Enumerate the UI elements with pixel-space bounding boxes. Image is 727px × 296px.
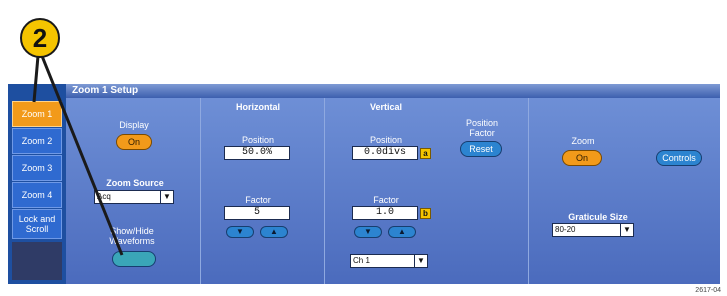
zoom-source-value: Acq (97, 192, 111, 201)
display-label: Display (119, 120, 149, 130)
callout-a-badge: a (420, 148, 431, 159)
show-hide-waveforms-label: Show/Hide Waveforms (109, 226, 155, 246)
figure-number: 2617-04 (695, 287, 721, 294)
divider (528, 98, 529, 284)
horizontal-position-field[interactable]: 50.0% (224, 146, 290, 160)
callout-b-badge: b (420, 208, 431, 219)
horizontal-factor-down-button[interactable]: ▼ (226, 226, 254, 238)
graticule-size-value: 80-20 (555, 225, 576, 234)
horizontal-factor-label: Factor (245, 195, 271, 205)
graticule-size-dropdown[interactable]: 80-20 ▼ (552, 223, 634, 237)
vertical-factor-up-button[interactable]: ▲ (388, 226, 416, 238)
zoom-label: Zoom (571, 136, 595, 146)
tab-zoom-3[interactable]: Zoom 3 (12, 155, 62, 181)
panel-body: Display On Zoom Source Acq ▼ Show/Hide W… (66, 98, 720, 284)
horizontal-heading: Horizontal (236, 102, 280, 112)
vertical-factor-label: Factor (373, 195, 399, 205)
vertical-channel-dropdown[interactable]: Ch 1 ▼ (350, 254, 428, 268)
tab-lock-and-scroll[interactable]: Lock and Scroll (12, 209, 62, 239)
divider (200, 98, 201, 284)
vertical-position-field[interactable]: 0.0divs (352, 146, 418, 160)
controls-button[interactable]: Controls (656, 150, 702, 166)
horizontal-factor-up-button[interactable]: ▲ (260, 226, 288, 238)
position-factor-reset-button[interactable]: Reset (460, 141, 502, 157)
vertical-heading: Vertical (369, 102, 403, 112)
vertical-factor-down-button[interactable]: ▼ (354, 226, 382, 238)
chevron-down-icon: ▼ (414, 255, 427, 267)
chevron-down-icon: ▼ (160, 191, 173, 203)
position-factor-label: Position Factor (465, 118, 499, 138)
display-on-button[interactable]: On (116, 134, 152, 150)
vertical-factor-field[interactable]: 1.0 (352, 206, 418, 220)
show-hide-waveforms-button[interactable] (112, 251, 156, 267)
zoom-source-dropdown[interactable]: Acq ▼ (94, 190, 174, 204)
horizontal-factor-field[interactable]: 5 (224, 206, 290, 220)
zoom-source-label: Zoom Source (106, 178, 164, 188)
graticule-size-label: Graticule Size (568, 212, 628, 222)
tab-zoom-1[interactable]: Zoom 1 (12, 101, 62, 127)
panel-title: Zoom 1 Setup (72, 85, 139, 96)
zoom-setup-panel: Zoom 1 Setup Display On Zoom Source Acq … (66, 84, 720, 284)
divider (324, 98, 325, 284)
zoom-tab-strip: Zoom 1 Zoom 2 Zoom 3 Zoom 4 Lock and Scr… (8, 84, 66, 284)
chevron-down-icon: ▼ (620, 224, 633, 236)
panel-titlebar: Zoom 1 Setup (66, 84, 720, 98)
tab-strip-filler (12, 242, 62, 280)
tab-zoom-2[interactable]: Zoom 2 (12, 128, 62, 154)
zoom-on-button[interactable]: On (562, 150, 602, 166)
horizontal-position-label: Position (241, 135, 275, 145)
tab-zoom-4[interactable]: Zoom 4 (12, 182, 62, 208)
vertical-position-label: Position (369, 135, 403, 145)
vertical-channel-value: Ch 1 (353, 256, 370, 265)
callout-number-badge: 2 (20, 18, 60, 58)
